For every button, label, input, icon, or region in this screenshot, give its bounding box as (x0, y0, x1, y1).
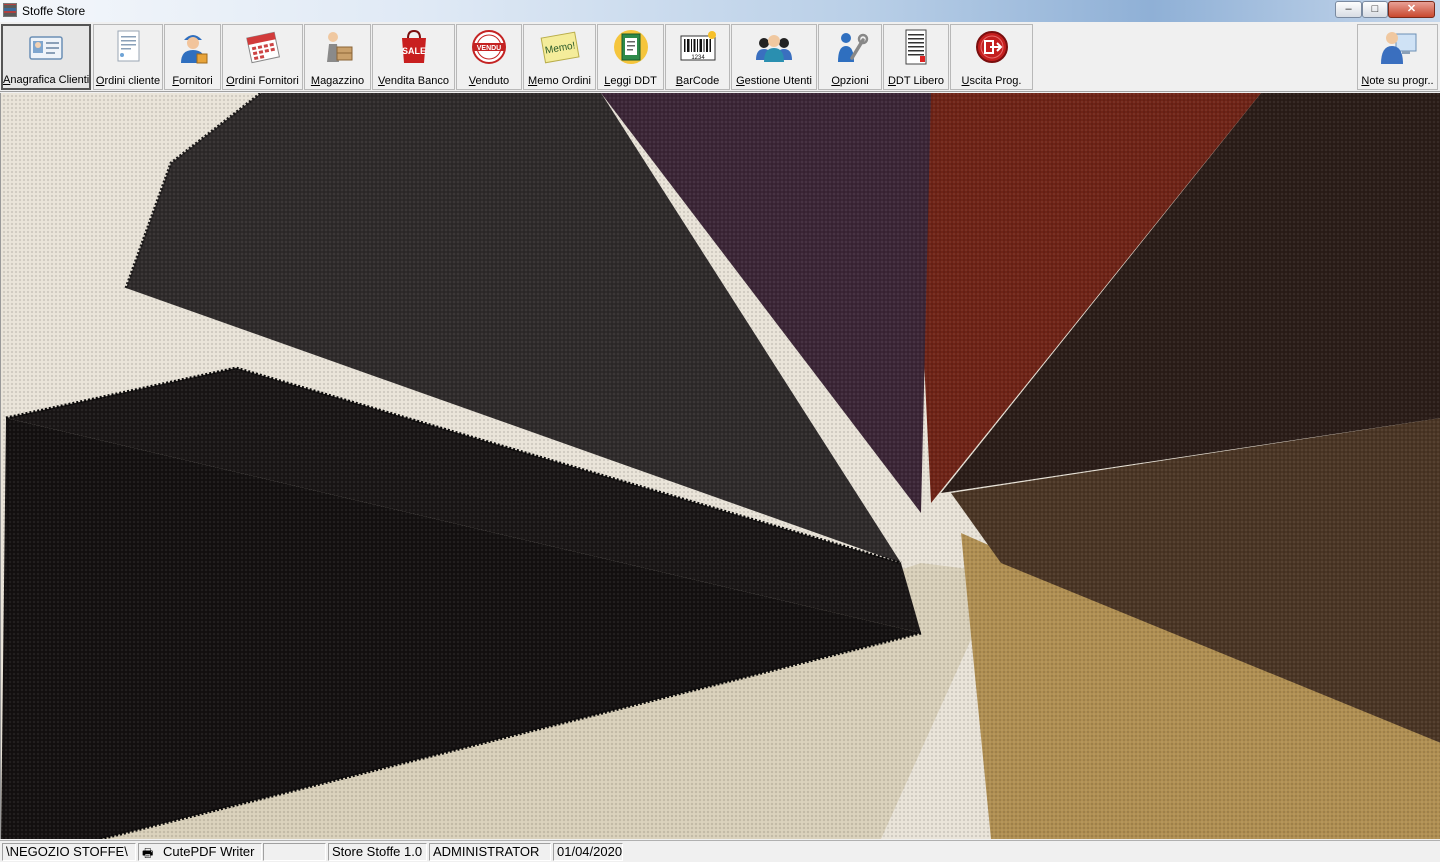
uscita-prog-button[interactable]: Uscita Prog. (950, 24, 1033, 90)
status-date: 01/04/2020 (553, 843, 623, 861)
ddt-libero-label: DDT Libero (887, 75, 945, 87)
vendita-banco-button[interactable]: SALE Vendita Banco (372, 24, 455, 90)
main-toolbar: Anagrafica Clienti Ordini cliente Fornit… (0, 22, 1440, 92)
status-version: Store Stoffe 1.0 (328, 843, 427, 861)
note-su-programma-label: Note su progr.. (1361, 75, 1434, 87)
venduto-label: Venduto (468, 75, 510, 87)
ordini-fornitori-button[interactable]: Ordini Fornitori (222, 24, 303, 90)
memo-ordini-button[interactable]: Memo! Memo Ordini (523, 24, 596, 90)
memo-note-icon: Memo! (540, 31, 580, 64)
maximize-button[interactable]: □ (1362, 1, 1388, 18)
anagrafica-clienti-label: Anagrafica Clienti (3, 74, 89, 86)
venduto-button[interactable]: VENDU Venduto (456, 24, 522, 90)
wrench-person-icon (838, 33, 869, 62)
supplier-person-icon (180, 35, 207, 64)
status-empty-panel (263, 843, 326, 861)
status-bar: \NEGOZIO STOFFE\ 🖶 CutePDF Writer Store … (0, 840, 1440, 862)
exit-icon (975, 31, 1008, 63)
printer-icon: 🖶 (142, 846, 154, 860)
ordini-fornitori-label: Ordini Fornitori (226, 75, 299, 87)
svg-text:SALE: SALE (401, 46, 425, 56)
title-bar[interactable]: Stoffe Store – □ ✕ (0, 0, 1440, 22)
status-user: ADMINISTRATOR (429, 843, 551, 861)
barcode-button[interactable]: 1234 BarCode (665, 24, 730, 90)
leggi-ddt-label: Leggi DDT (604, 75, 657, 87)
magazzino-label: Magazzino (310, 75, 365, 87)
fabric-background-image (0, 93, 1440, 839)
memo-ordini-label: Memo Ordini (528, 75, 591, 87)
calendar-icon (245, 31, 280, 64)
anagrafica-clienti-button[interactable]: Anagrafica Clienti (1, 24, 91, 90)
window-title: Stoffe Store (22, 4, 86, 18)
users-group-icon (756, 35, 792, 62)
gestione-utenti-button[interactable]: Gestione Utenti (731, 24, 817, 90)
warehouse-worker-icon (326, 32, 352, 62)
magazzino-button[interactable]: Magazzino (304, 24, 371, 90)
barcode-label: BarCode (675, 75, 720, 87)
uscita-prog-label: Uscita Prog. (961, 75, 1022, 87)
fornitori-button[interactable]: Fornitori (164, 24, 221, 90)
opzioni-label: Opzioni (831, 75, 869, 87)
ddt-sheet-icon (905, 29, 927, 65)
status-printer: 🖶 CutePDF Writer (138, 843, 262, 861)
ddt-document-icon (613, 30, 648, 64)
status-printer-label: CutePDF Writer (163, 844, 255, 859)
close-button[interactable]: ✕ (1388, 1, 1435, 18)
ordini-cliente-label: Ordini cliente (95, 75, 161, 87)
svg-text:VENDU: VENDU (477, 45, 502, 52)
sale-bag-icon: SALE (401, 29, 426, 63)
user-computer-icon (1380, 32, 1416, 64)
ordini-cliente-button[interactable]: Ordini cliente (93, 24, 163, 90)
svg-text:1234: 1234 (691, 55, 705, 61)
leggi-ddt-button[interactable]: Leggi DDT (597, 24, 664, 90)
opzioni-button[interactable]: Opzioni (818, 24, 882, 90)
fornitori-label: Fornitori (172, 75, 213, 87)
status-path: \NEGOZIO STOFFE\ (2, 843, 136, 861)
app-icon (3, 3, 17, 17)
client-card-icon (29, 36, 63, 60)
note-su-programma-button[interactable]: Note su progr.. (1357, 24, 1438, 90)
sold-stamp-icon: VENDU (472, 30, 506, 64)
order-document-icon (117, 30, 140, 62)
barcode-icon: 1234 (680, 31, 716, 61)
ddt-libero-button[interactable]: DDT Libero (883, 24, 949, 90)
vendita-banco-label: Vendita Banco (378, 75, 449, 87)
gestione-utenti-label: Gestione Utenti (736, 75, 812, 87)
minimize-button[interactable]: – (1335, 1, 1362, 18)
app-window: Stoffe Store – □ ✕ Anagrafica Clienti Or… (0, 0, 1440, 862)
